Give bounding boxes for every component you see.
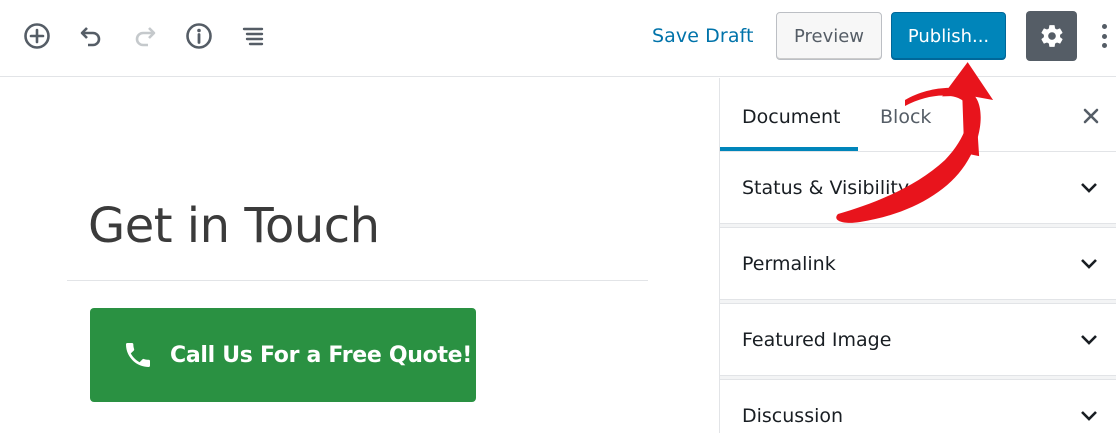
tab-document[interactable]: Document <box>742 106 840 128</box>
editor-toolbar: Save Draft Preview Publish... <box>0 0 1116 77</box>
call-to-action-label: Call Us For a Free Quote! <box>170 342 473 368</box>
more-vertical-icon <box>1101 24 1107 29</box>
more-menu-button[interactable] <box>1094 20 1114 52</box>
close-icon <box>1083 108 1099 124</box>
panel-discussion[interactable]: Discussion <box>720 380 1116 433</box>
sidebar-tabs: Document Block <box>720 78 1116 152</box>
panel-featured-image[interactable]: Featured Image <box>720 304 1116 376</box>
post-title[interactable]: Get in Touch <box>88 198 380 254</box>
panel-status-visibility[interactable]: Status & Visibility <box>720 152 1116 224</box>
chevron-down-icon <box>1081 259 1097 269</box>
call-to-action-button[interactable]: Call Us For a Free Quote! <box>90 308 476 402</box>
add-block-icon[interactable] <box>20 19 54 53</box>
settings-sidebar: Document Block Status & Visibility Perma… <box>719 78 1116 433</box>
tab-block[interactable]: Block <box>880 106 931 128</box>
separator-block <box>67 280 648 281</box>
phone-icon <box>126 343 150 367</box>
gear-icon <box>1040 25 1063 47</box>
redo-icon[interactable] <box>128 19 162 53</box>
chevron-down-icon <box>1081 335 1097 345</box>
preview-button[interactable]: Preview <box>776 12 882 60</box>
active-tab-indicator <box>720 147 858 151</box>
chevron-down-icon <box>1081 183 1097 193</box>
panel-label: Status & Visibility <box>742 177 910 199</box>
save-draft-link[interactable]: Save Draft <box>652 25 754 47</box>
panel-label: Featured Image <box>742 329 892 351</box>
panel-label: Permalink <box>742 253 836 275</box>
undo-icon[interactable] <box>74 19 108 53</box>
panel-permalink[interactable]: Permalink <box>720 228 1116 300</box>
publish-button[interactable]: Publish... <box>891 12 1006 60</box>
panel-label: Discussion <box>742 405 844 427</box>
settings-button[interactable] <box>1026 11 1077 61</box>
close-sidebar-button[interactable] <box>1078 103 1104 129</box>
block-navigation-icon[interactable] <box>236 19 270 53</box>
chevron-down-icon <box>1081 411 1097 421</box>
editor-canvas[interactable]: Get in Touch Call Us For a Free Quote! <box>0 78 719 433</box>
info-icon[interactable] <box>182 19 216 53</box>
